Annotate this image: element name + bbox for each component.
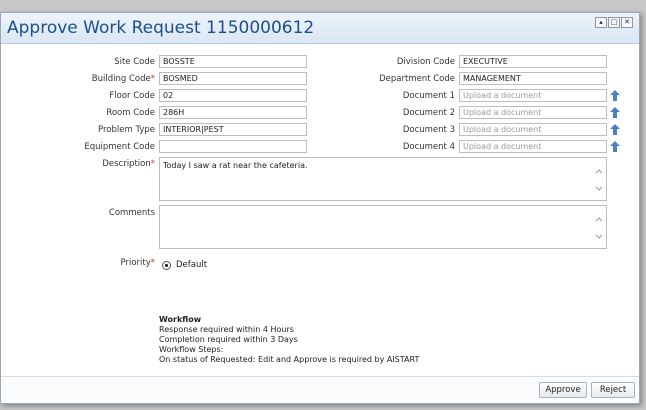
document-1-input[interactable]: Upload a document xyxy=(459,89,607,102)
description-textarea[interactable]: Today I saw a rat near the cafeteria. xyxy=(159,157,607,201)
comments-label: Comments xyxy=(108,208,155,218)
floor-code-input[interactable]: 02 xyxy=(159,89,307,102)
scroll-arrows-icon[interactable] xyxy=(595,168,603,192)
window-controls: ▴ □ ✕ xyxy=(595,17,633,28)
upload-icon[interactable] xyxy=(610,90,620,101)
document-4-input[interactable]: Upload a document xyxy=(459,140,607,153)
upload-icon[interactable] xyxy=(610,107,620,118)
site-code-label: Site Code xyxy=(114,57,155,67)
building-code-label: Building Code* xyxy=(91,74,155,84)
building-code-input[interactable]: BOSMED xyxy=(159,72,307,85)
dialog-footer: Approve Reject xyxy=(1,376,639,403)
workflow-title: Workflow xyxy=(159,315,202,324)
workflow-steps-label: Workflow Steps: xyxy=(159,345,224,354)
document-2-label: Document 2 xyxy=(402,108,455,118)
problem-type-input[interactable]: INTERIOR|PEST xyxy=(159,123,307,136)
department-code-label: Department Code xyxy=(379,74,455,84)
workflow-completion: Completion required within 3 Days xyxy=(159,335,298,344)
dialog-title: Approve Work Request 1150000612 xyxy=(7,18,315,38)
description-label: Description* xyxy=(102,159,155,169)
close-button[interactable]: ✕ xyxy=(621,17,633,28)
priority-default-radio[interactable] xyxy=(162,261,171,270)
workflow-section: Workflow Response required within 4 Hour… xyxy=(159,315,419,365)
document-3-input[interactable]: Upload a document xyxy=(459,123,607,136)
division-code-label: Division Code xyxy=(396,57,455,67)
site-code-input[interactable]: BOSSTE xyxy=(159,55,307,68)
approve-work-request-dialog: Approve Work Request 1150000612 ▴ □ ✕ Si… xyxy=(0,12,640,404)
department-code-input[interactable]: MANAGEMENT xyxy=(459,72,607,85)
document-1-label: Document 1 xyxy=(402,91,455,101)
problem-type-label: Problem Type xyxy=(98,125,155,135)
upload-icon[interactable] xyxy=(610,141,620,152)
dialog-titlebar: Approve Work Request 1150000612 ▴ □ ✕ xyxy=(1,13,639,44)
workflow-response: Response required within 4 Hours xyxy=(159,325,294,334)
room-code-label: Room Code xyxy=(106,108,155,118)
scroll-arrows-icon[interactable] xyxy=(595,216,603,240)
document-3-label: Document 3 xyxy=(402,125,455,135)
upload-icon[interactable] xyxy=(610,124,620,135)
workflow-step: On status of Requested: Edit and Approve… xyxy=(159,355,420,364)
document-2-input[interactable]: Upload a document xyxy=(459,106,607,119)
reject-button[interactable]: Reject xyxy=(591,382,635,398)
priority-default-label: Default xyxy=(176,260,208,270)
maximize-button[interactable]: □ xyxy=(608,17,620,28)
room-code-input[interactable]: 286H xyxy=(159,106,307,119)
description-text: Today I saw a rat near the cafeteria. xyxy=(163,161,308,170)
floor-code-label: Floor Code xyxy=(109,91,155,101)
document-4-label: Document 4 xyxy=(402,142,455,152)
equipment-code-label: Equipment Code xyxy=(84,142,155,152)
division-code-input[interactable]: EXECUTIVE xyxy=(459,55,607,68)
equipment-code-input[interactable] xyxy=(159,140,307,153)
approve-button[interactable]: Approve xyxy=(539,382,587,398)
collapse-button[interactable]: ▴ xyxy=(595,17,607,28)
comments-textarea[interactable] xyxy=(159,205,607,249)
priority-label: Priority* xyxy=(120,258,155,268)
